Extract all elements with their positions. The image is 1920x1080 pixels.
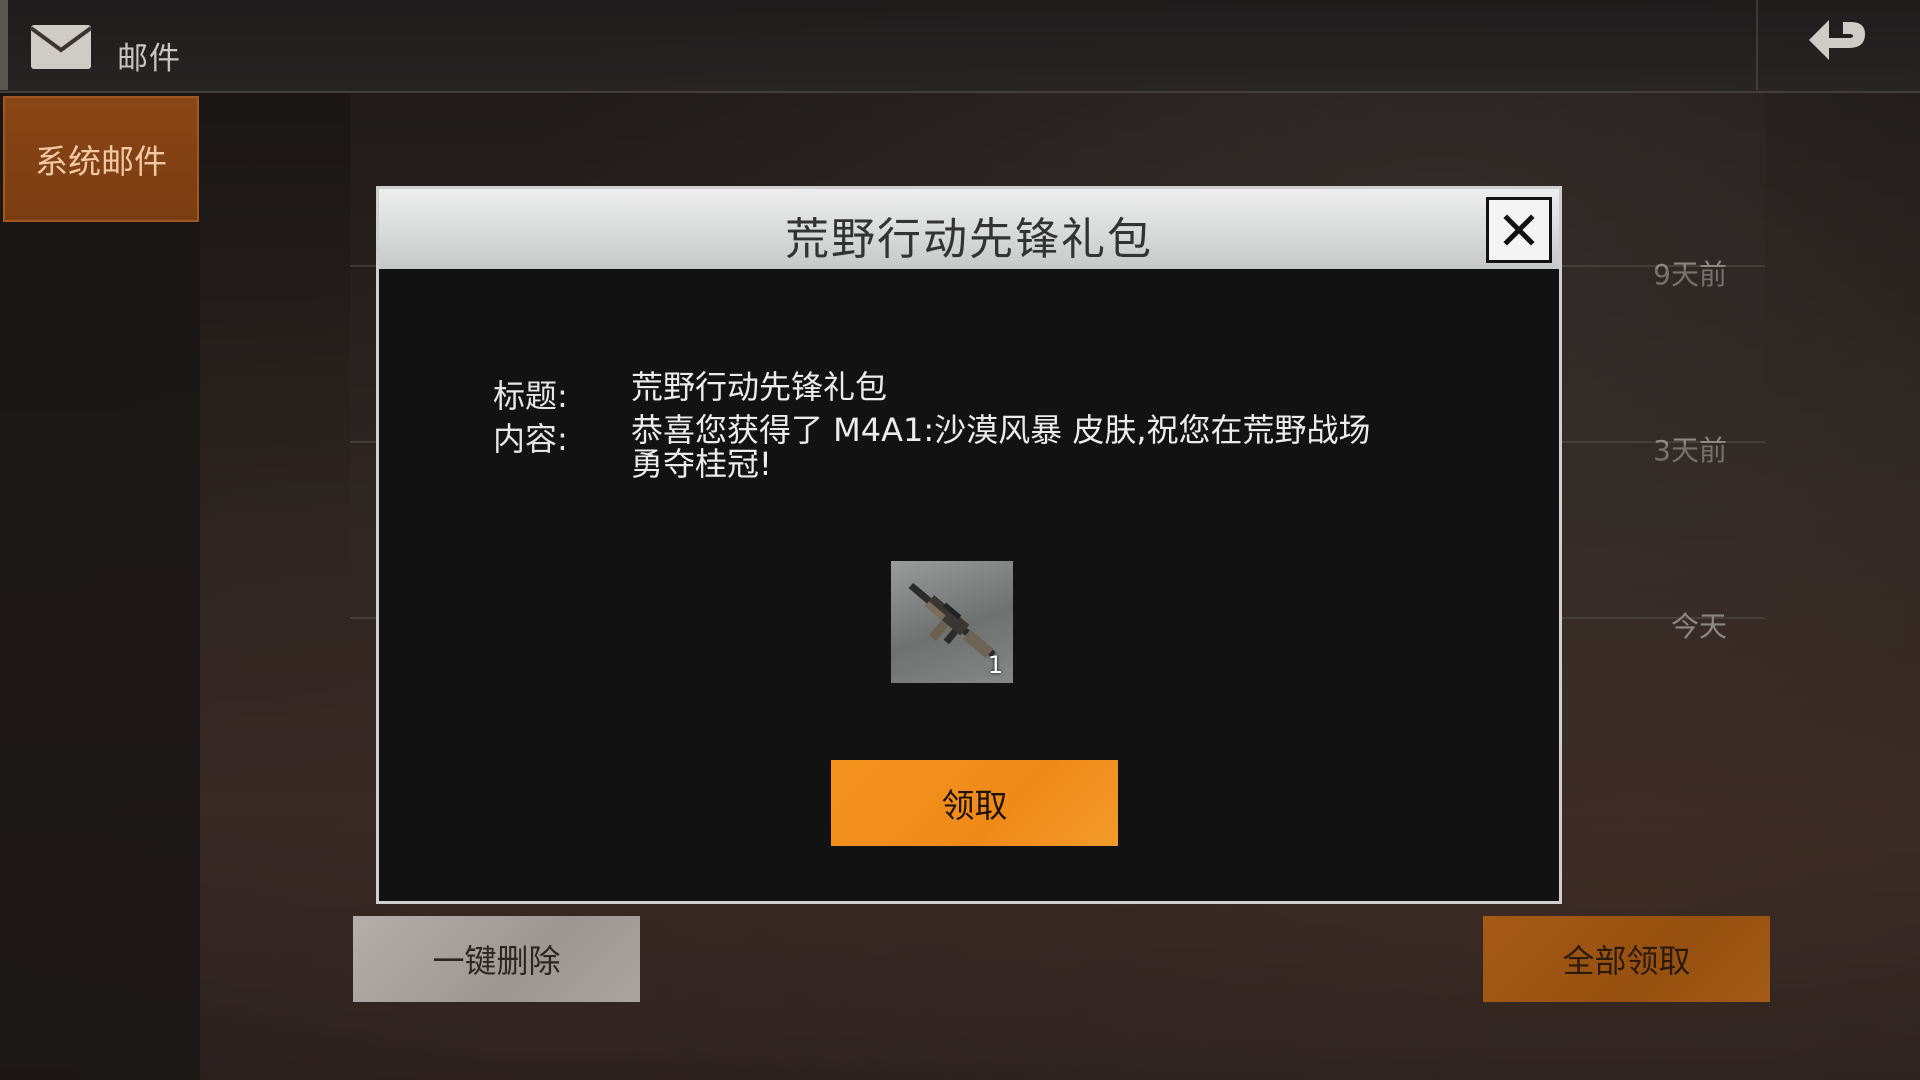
envelope-icon	[30, 25, 92, 69]
claim-all-button[interactable]: 全部领取	[1483, 916, 1770, 1002]
back-button[interactable]	[1756, 0, 1920, 90]
content-line-2: 勇夺桂冠!	[631, 445, 772, 483]
reward-count: 1	[987, 651, 1003, 679]
content-label: 内容:	[493, 420, 568, 458]
mail-detail-dialog: 荒野行动先锋礼包 标题: 荒野行动先锋礼包 内容: 恭喜您获得了 M4A1:沙漠…	[376, 186, 1562, 904]
mail-time: 今天	[1670, 610, 1727, 643]
close-button[interactable]	[1486, 197, 1552, 263]
subject-label: 标题:	[493, 377, 568, 415]
content-line-1: 恭喜您获得了 M4A1:沙漠风暴 皮肤,祝您在荒野战场	[631, 411, 1371, 449]
reward-item[interactable]: 1	[891, 561, 1013, 683]
claim-button-label: 领取	[941, 786, 1008, 825]
subject-value: 荒野行动先锋礼包	[631, 368, 888, 406]
top-bar-accent	[0, 0, 8, 90]
delete-all-label: 一键删除	[432, 942, 561, 980]
top-bar: 邮件	[0, 0, 1920, 93]
sidebar-tab-system-mail[interactable]: 系统邮件	[3, 96, 199, 222]
claim-all-label: 全部领取	[1562, 942, 1691, 980]
claim-button[interactable]: 领取	[831, 760, 1118, 846]
close-x-icon	[1503, 214, 1535, 246]
sidebar: 系统邮件	[0, 93, 200, 1080]
sidebar-tab-label: 系统邮件	[35, 142, 167, 181]
dialog-title: 荒野行动先锋礼包	[785, 214, 1153, 265]
return-arrow-icon	[1809, 20, 1865, 60]
delete-all-button[interactable]: 一键删除	[353, 916, 640, 1002]
page-title: 邮件	[117, 41, 181, 77]
dialog-header: 荒野行动先锋礼包	[379, 189, 1559, 269]
